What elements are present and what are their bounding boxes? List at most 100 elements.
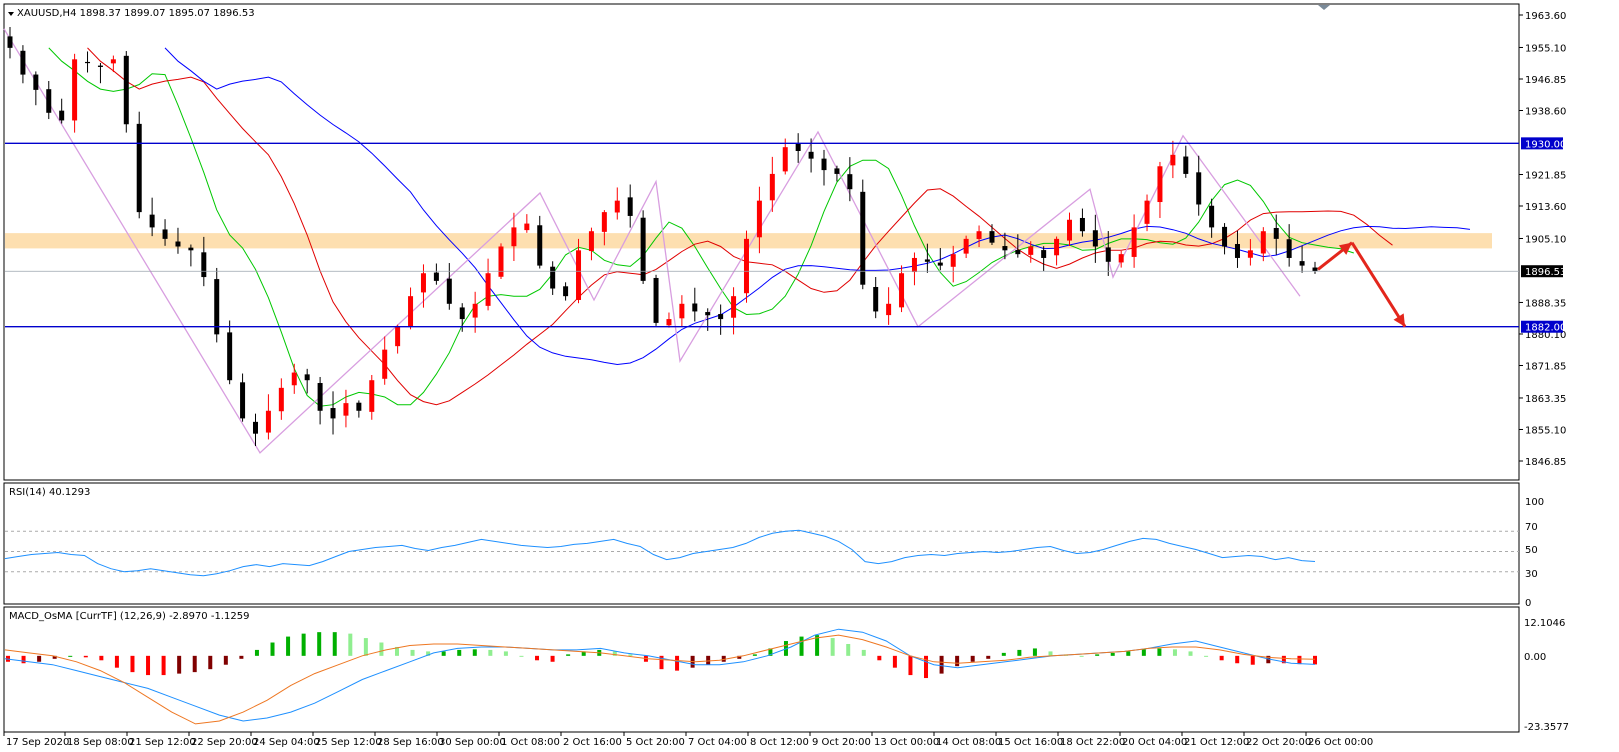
osma-bar [1032, 648, 1037, 656]
candle-body [756, 200, 762, 238]
osma-bar [1157, 648, 1162, 656]
osma-bar [130, 655, 135, 673]
candle-body [692, 303, 698, 312]
osma-bar [1017, 649, 1022, 656]
time-tick-label: 21 Sep 12:00 [129, 737, 196, 748]
svg-text:0.00: 0.00 [1524, 652, 1546, 663]
candle-body [873, 286, 879, 312]
candle-body [1144, 200, 1150, 224]
osma-bar [1235, 655, 1240, 664]
osma-bar [348, 633, 353, 656]
candle-body [976, 231, 982, 239]
price-tick-label: 1963.60 [1525, 11, 1566, 22]
time-tick-label: 26 Oct 00:00 [1308, 737, 1373, 748]
osma-bar [1048, 651, 1053, 656]
candle-body [511, 227, 517, 247]
candle-body [886, 303, 892, 316]
osma-bar [1297, 655, 1302, 665]
candle-body [1170, 154, 1176, 166]
price-tick-label: 1913.60 [1525, 202, 1566, 213]
time-tick-label: 2 Oct 16:00 [563, 737, 622, 748]
candle-body [408, 296, 414, 327]
osma-bar [192, 655, 197, 673]
candle-body [963, 238, 969, 254]
candle-body [33, 74, 39, 90]
candle-body [769, 173, 775, 201]
candle-body [1131, 227, 1137, 257]
candle-body [20, 50, 26, 75]
osma-bar [550, 655, 555, 662]
candle-body [149, 214, 155, 228]
candle-body [563, 286, 569, 297]
time-tick-label: 30 Sep 00:00 [439, 737, 506, 748]
candle-body [97, 65, 103, 67]
osma-bar [503, 651, 508, 656]
osma-bar [223, 655, 228, 665]
osma-bar [21, 655, 26, 664]
candle-body [304, 374, 310, 381]
candle-body [459, 307, 465, 320]
osma-bar [892, 655, 897, 668]
time-tick-label: 15 Oct 16:00 [998, 737, 1063, 748]
osma-bar [161, 655, 166, 676]
osma-bar [1110, 652, 1115, 656]
time-tick-label: 22 Oct 20:00 [1246, 737, 1311, 748]
candle-body [1260, 231, 1266, 254]
candle-body [1157, 166, 1163, 203]
candle-body [989, 231, 995, 243]
osma-bar [535, 655, 540, 661]
osma-bar [830, 638, 835, 656]
candle-body [1222, 226, 1228, 247]
candle-body [485, 273, 491, 306]
osma-bar [410, 649, 415, 656]
osma-bar [1079, 655, 1084, 657]
candle-body [1067, 219, 1073, 241]
candle-body [1209, 205, 1215, 228]
candle-body [821, 158, 827, 171]
candle-body [1286, 239, 1292, 258]
candle-body [72, 59, 78, 121]
candle-body [123, 55, 129, 125]
candle-body [1054, 238, 1060, 256]
candle-body [395, 326, 401, 347]
osma-bar [1172, 649, 1177, 656]
time-tick-label: 24 Sep 04:00 [253, 737, 320, 748]
candle-body [1015, 249, 1021, 255]
candle-body [420, 273, 426, 293]
candle-body [433, 272, 439, 281]
time-tick-label: 8 Oct 12:00 [750, 737, 809, 748]
candle-body [7, 36, 13, 48]
svg-text:0: 0 [1525, 598, 1531, 609]
candle-body [291, 372, 297, 386]
candle-body [588, 231, 594, 252]
symbol-header: XAUUSD,H4 1898.37 1899.07 1895.07 1896.5… [17, 8, 255, 19]
candle-body [1118, 254, 1124, 263]
candle-body [911, 257, 917, 273]
candle-body [240, 382, 246, 419]
time-tick-label: 17 Sep 2020 [6, 737, 69, 748]
rsi-title: RSI(14) 40.1293 [9, 487, 90, 498]
time-tick-label: 22 Sep 20:00 [191, 737, 258, 748]
svg-text:1896.53: 1896.53 [1525, 267, 1566, 278]
price-tick-label: 1905.10 [1525, 234, 1566, 245]
candle-body [110, 59, 116, 64]
candle-body [46, 89, 52, 113]
candle-body [136, 123, 142, 213]
osma-bar [37, 655, 42, 662]
macd-pane [3, 606, 1520, 733]
osma-bar [877, 655, 882, 661]
candle-body [343, 403, 349, 416]
osma-bar [955, 655, 960, 667]
candle-body [472, 303, 478, 318]
osma-bar [270, 642, 275, 656]
chart-canvas: 1963.60 1955.10 1946.85 1938.60 1921.85 1913.… [3, 3, 1569, 748]
macd-axis: 12.1046 0.00 -23.3577 [1524, 618, 1569, 733]
candle-body [175, 241, 181, 247]
candle-body [1183, 156, 1189, 174]
osma-bar [1219, 655, 1224, 661]
candle-body [1002, 246, 1008, 251]
candle-body [899, 273, 905, 308]
osma-bar [68, 655, 73, 657]
time-tick-label: 5 Oct 20:00 [626, 737, 685, 748]
candle-body [924, 259, 930, 262]
